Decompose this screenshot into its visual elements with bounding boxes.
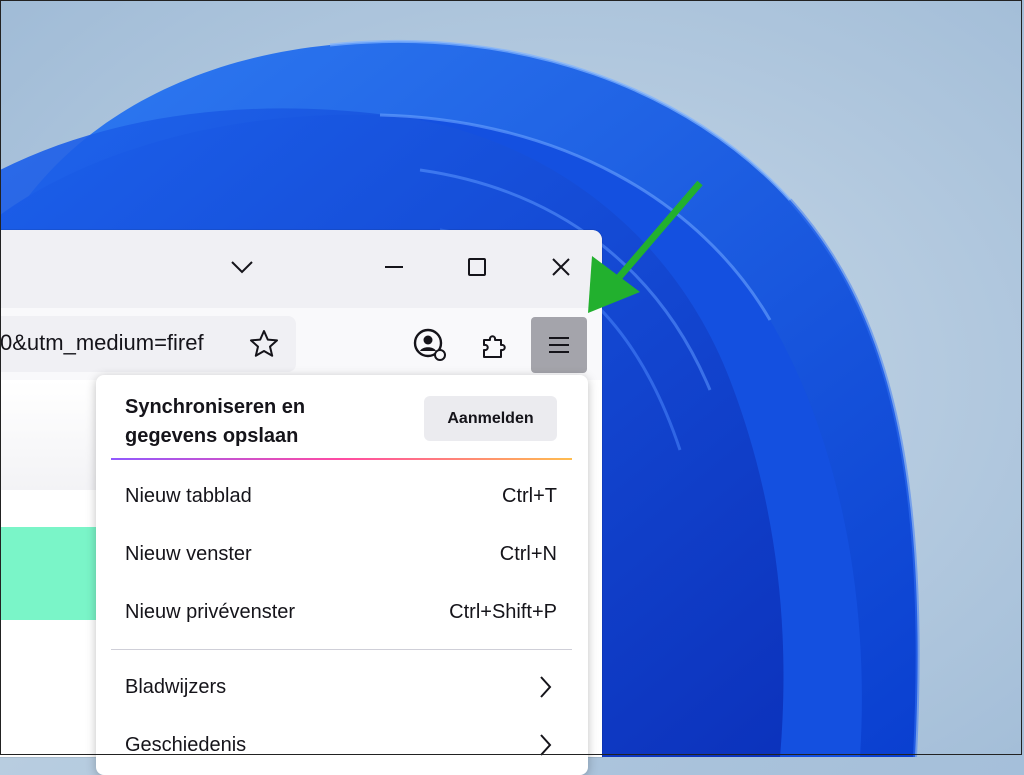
url-text: 0&utm_medium=firef [0, 330, 204, 355]
maximize-button[interactable] [453, 246, 501, 288]
menu-item-new-tab[interactable]: Nieuw tabblad Ctrl+T [96, 468, 588, 526]
account-icon [413, 328, 446, 361]
extensions-button[interactable] [466, 317, 522, 373]
star-icon [250, 330, 278, 357]
minimize-button[interactable] [370, 246, 418, 288]
tab-list-button[interactable] [218, 246, 266, 288]
chevron-right-icon [540, 734, 552, 756]
sync-title: Synchroniseren en gegevens opslaan [125, 396, 306, 447]
app-menu-panel: Synchroniseren en gegevens opslaan Aanme… [96, 375, 588, 775]
menu-item-new-window[interactable]: Nieuw venster Ctrl+N [96, 526, 588, 584]
menu-item-shortcut: Ctrl+N [499, 543, 557, 565]
url-bar[interactable]: 0&utm_medium=firef [0, 316, 296, 372]
menu-item-history[interactable]: Geschiedenis [96, 717, 588, 775]
close-button[interactable] [537, 246, 585, 288]
minimize-icon [385, 266, 403, 268]
chevron-down-icon [231, 261, 253, 274]
account-button[interactable] [402, 317, 458, 373]
menu-item-label: Nieuw privévenster [125, 601, 296, 623]
maximize-icon [468, 258, 486, 276]
title-bar [0, 230, 602, 308]
menu-item-shortcut: Ctrl+T [502, 485, 557, 507]
navigation-toolbar: 0&utm_medium=firef [0, 308, 602, 380]
menu-item-label: Nieuw tabblad [125, 485, 252, 507]
bookmark-star-button[interactable] [248, 328, 280, 365]
menu-divider [111, 649, 572, 650]
menu-item-new-private-window[interactable]: Nieuw privévenster Ctrl+Shift+P [96, 584, 588, 642]
menu-item-bookmarks[interactable]: Bladwijzers [96, 659, 588, 717]
menu-item-label: Bladwijzers [125, 676, 227, 698]
menu-item-label: Nieuw venster [125, 543, 252, 565]
application-menu-button[interactable] [531, 317, 587, 373]
close-icon [552, 258, 570, 276]
puzzle-icon [483, 335, 506, 358]
sign-in-button[interactable]: Aanmelden [424, 396, 557, 441]
chevron-right-icon [540, 676, 552, 698]
hamburger-icon [549, 337, 569, 353]
sync-divider [111, 458, 572, 460]
menu-item-label: Geschiedenis [125, 734, 247, 756]
menu-item-shortcut: Ctrl+Shift+P [449, 601, 557, 623]
